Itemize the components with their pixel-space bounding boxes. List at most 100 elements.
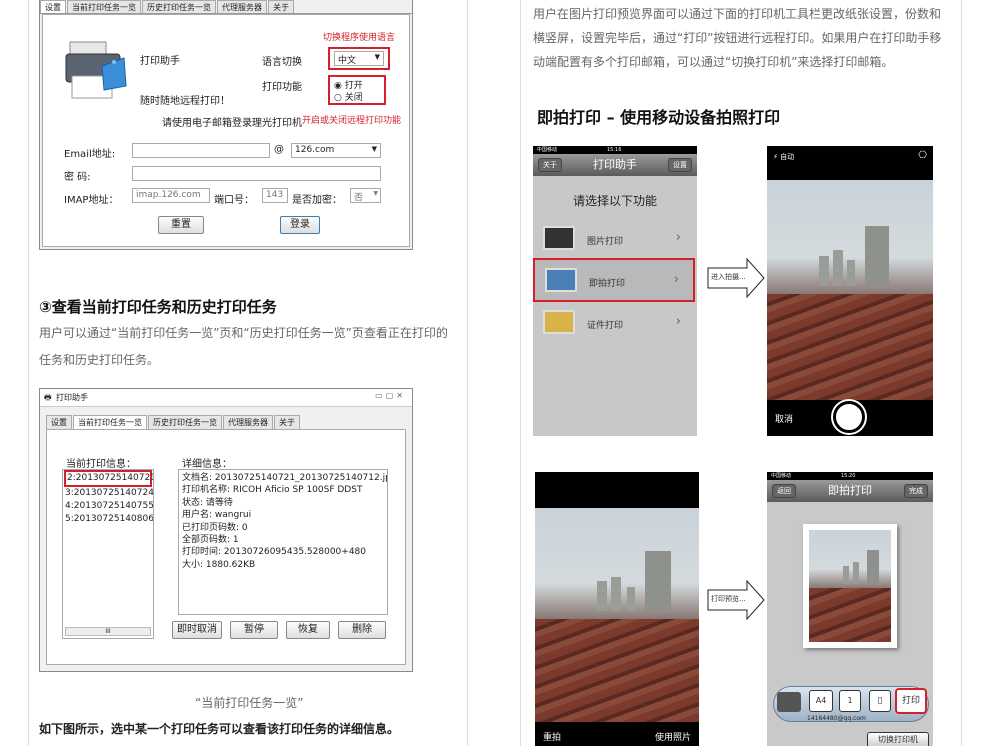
lang-label: 语言切换 [262, 57, 302, 68]
tab-current-jobs[interactable]: 当前打印任务一览 [73, 415, 147, 429]
chevron-down-icon: ▼ [373, 190, 378, 197]
switch-camera-icon[interactable]: ⎔ [918, 150, 927, 161]
retake-button[interactable]: 重拍 [543, 730, 561, 743]
status-time: 15:20 [841, 473, 856, 479]
tab-about[interactable]: 关于 [274, 415, 300, 429]
list-item[interactable]: 4:20130725140755 [65, 500, 153, 513]
section-heading-snap: 即拍打印 – 使用移动设备拍照打印 [537, 108, 781, 127]
tab-settings[interactable]: 设置 [40, 0, 66, 13]
port-label: 端口号： [214, 195, 254, 206]
encrypt-select[interactable]: 否 ▼ [350, 188, 381, 203]
app-icon: 🖶 [44, 393, 52, 402]
detail-line: 打印时间: 20130726095435.528000+480 [182, 547, 366, 558]
switch-printer-button[interactable]: 切换打印机 [867, 732, 929, 746]
login-button[interactable]: 登录 [280, 216, 320, 234]
cancel-now-button[interactable]: 即时取消 [172, 621, 222, 639]
camera-icon [545, 268, 577, 292]
tower [865, 225, 889, 286]
menu-item-id-print[interactable]: 证件打印 › [539, 306, 691, 340]
folder-icon [543, 310, 575, 334]
window-title: 打印助手 [56, 393, 88, 402]
orientation-icon[interactable]: ▯ [869, 690, 891, 712]
tower [847, 259, 855, 286]
list-item[interactable]: 5:20130725140806 [65, 513, 153, 526]
list-item[interactable]: 3:20130725140724 [65, 487, 153, 500]
phone-review-screen: 重拍 使用照片 [535, 472, 699, 746]
delete-button[interactable]: 删除 [338, 621, 386, 639]
tab-proxy[interactable]: 代理服务器 [223, 415, 273, 429]
port-input[interactable]: 143 [262, 188, 288, 203]
footer-bold-text: 如下图所示，选中某一个打印任务可以查看该打印任务的详细信息。 [39, 722, 400, 736]
encrypt-label: 是否加密： [292, 195, 342, 206]
current-label: 当前打印信息： [66, 459, 136, 470]
tower [627, 586, 635, 611]
left-column: 设置 当前打印任务一览 历史打印任务一览 代理服务器 关于 打印助手 随时随地远… [28, 0, 468, 746]
tab-history-jobs[interactable]: 历史打印任务一览 [142, 0, 216, 13]
chevron-down-icon: ▼ [374, 53, 380, 61]
use-photo-button[interactable]: 使用照片 [655, 730, 691, 743]
h-scrollbar[interactable]: III [65, 627, 151, 636]
tasks-titlebar: 🖶 打印助手 ▭▢✕ [40, 389, 412, 407]
at-sign: @ [274, 144, 284, 155]
pause-button[interactable]: 暂停 [230, 621, 278, 639]
printer-icon [64, 36, 130, 106]
email-label: Email地址: [64, 149, 116, 160]
detail-line: 打印机名称: RICOH Aficio SP 100SF DDST [182, 485, 363, 496]
tower [853, 561, 859, 584]
status-bar: 中国移动 15:16 [533, 146, 697, 154]
tab-current-jobs[interactable]: 当前打印任务一览 [67, 0, 141, 13]
printer-icon[interactable] [777, 692, 801, 712]
radio-off[interactable]: ○ 关闭 [334, 90, 363, 103]
window-controls[interactable]: ▭▢✕ [375, 391, 406, 400]
shutter-button[interactable] [833, 401, 865, 433]
settings-window: 设置 当前打印任务一览 历史打印任务一览 代理服务器 关于 打印助手 随时随地远… [39, 0, 413, 250]
reset-button[interactable]: 重置 [158, 216, 204, 234]
menu-item-image-print[interactable]: 图片打印 › [539, 222, 691, 256]
cancel-button[interactable]: 取消 [775, 412, 793, 425]
tab-proxy[interactable]: 代理服务器 [217, 0, 267, 13]
arrow-print-preview: 打印预览... [707, 579, 765, 621]
tab-about[interactable]: 关于 [268, 0, 294, 13]
radio-off-label: 关闭 [344, 93, 363, 103]
nav-bar: 关于 打印助手 设置 [533, 154, 697, 176]
copies-button[interactable]: 1 [839, 690, 861, 712]
tower [867, 549, 879, 584]
tab-history-jobs[interactable]: 历史打印任务一览 [148, 415, 222, 429]
menu-item-snap-print[interactable]: 即拍打印 › [533, 258, 695, 302]
back-button[interactable]: 返回 [772, 484, 796, 498]
arrow-enter-camera: 进入拍摄... [707, 257, 765, 299]
detail-line: 状态: 请等待 [182, 497, 233, 508]
list-item[interactable]: 2:20130725140721 [64, 470, 153, 487]
imap-label: IMAP地址： [64, 195, 119, 206]
print-button[interactable]: 打印 [895, 688, 927, 714]
chevron-right-icon: › [675, 230, 681, 245]
settings-button[interactable]: 设置 [668, 158, 692, 172]
photo-preview [535, 508, 699, 722]
flash-icon[interactable]: ⚡ 自动 [773, 152, 794, 162]
scroll-thumb[interactable]: III [105, 628, 110, 635]
tower [843, 565, 849, 584]
resume-button[interactable]: 恢复 [286, 621, 330, 639]
about-button[interactable]: 关于 [538, 158, 562, 172]
email-input[interactable] [132, 143, 270, 158]
tower [819, 255, 829, 286]
paper-preview [803, 524, 897, 648]
password-input[interactable] [132, 166, 381, 181]
tab-settings[interactable]: 设置 [46, 415, 72, 429]
tasks-paragraph: 用户可以通过“当前打印任务一览”页和“历史打印任务一览”页查看正在打印的任务和历… [39, 326, 448, 367]
phone-print-preview-screen: 中国移动 15:20 返回 即拍打印 完成 A4 1 ▯ 打印 14164480@… [767, 472, 933, 746]
lang-select[interactable]: 中文 ▼ [334, 51, 384, 66]
menu-item-label: 图片打印 [587, 237, 624, 247]
details-box: 文档名: 20130725140721_20130725140712.jpg 打… [178, 469, 388, 615]
chevron-right-icon: › [675, 314, 681, 329]
done-button[interactable]: 完成 [904, 484, 928, 498]
domain-select[interactable]: 126.com ▼ [291, 143, 381, 158]
intro-paragraph: 用户在图片打印预览界面可以通过下面的打印机工具栏更改纸张设置，份数和横竖屏，设置… [533, 7, 942, 69]
paper-size-button[interactable]: A4 [809, 690, 833, 712]
imap-input[interactable]: imap.126.com [132, 188, 210, 203]
detail-line: 用户名: wangrui [182, 510, 252, 521]
func-note: 开启或关闭远程打印功能 [302, 116, 402, 126]
paper-photo [809, 530, 891, 642]
lang-select-value: 中文 [338, 56, 357, 66]
tower [611, 576, 621, 611]
